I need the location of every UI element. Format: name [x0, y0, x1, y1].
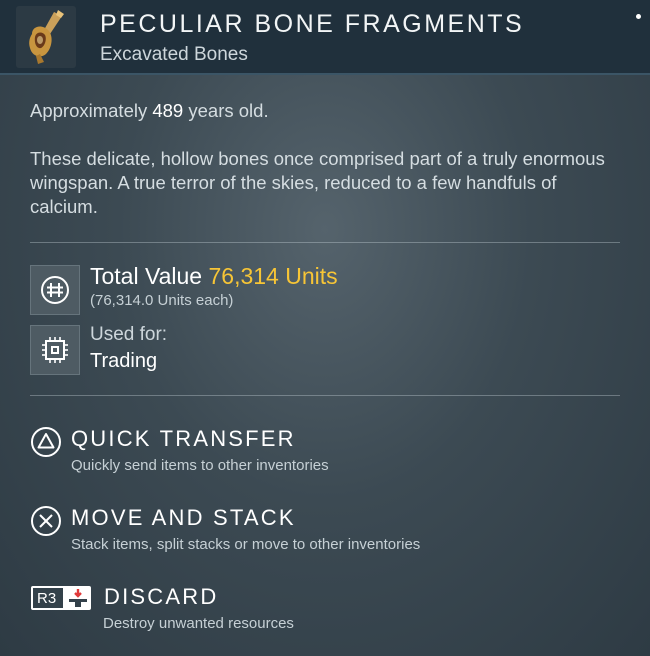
move-and-stack-label: MOVE AND STACK: [71, 505, 296, 530]
move-and-stack-description: Stack items, split stacks or move to oth…: [71, 536, 421, 553]
bone-fragment-icon: [14, 4, 78, 70]
item-category: Excavated Bones: [100, 44, 248, 65]
currency-icon: [30, 265, 80, 315]
total-value-label: Total Value: [90, 263, 209, 289]
item-description: These delicate, hollow bones once compri…: [30, 148, 605, 217]
unit-price-text: (76,314.0 Units each): [90, 292, 234, 309]
divider: [30, 395, 620, 396]
discard-action[interactable]: R3 DISCARD Destroy unwanted resources: [30, 584, 620, 644]
trading-chip-icon: [30, 325, 80, 375]
move-and-stack-action[interactable]: MOVE AND STACK Stack items, split stacks…: [30, 505, 620, 565]
item-header: PECULIAR BONE FRAGMENTS Excavated Bones: [0, 0, 650, 75]
indicator-dot: [636, 14, 641, 19]
age-prefix: Approximately: [30, 100, 153, 121]
total-value-text: Total Value 76,314 Units: [90, 263, 338, 290]
discard-description: Destroy unwanted resources: [103, 615, 294, 632]
used-for-value: Trading: [90, 350, 158, 372]
triangle-button-icon: [31, 427, 61, 457]
used-for-label: Used for:: [90, 324, 168, 345]
quick-transfer-action[interactable]: QUICK TRANSFER Quickly send items to oth…: [30, 426, 620, 486]
r3-button-icon: R3: [31, 586, 91, 610]
r3-button-label: R3: [37, 590, 56, 607]
quick-transfer-description: Quickly send items to other inventories: [71, 457, 329, 474]
quick-transfer-label: QUICK TRANSFER: [71, 426, 296, 451]
age-value: 489: [152, 100, 184, 121]
total-value-amount: 76,314 Units: [208, 263, 338, 289]
age-text: Approximately 489 years old.: [30, 99, 269, 123]
discard-label: DISCARD: [104, 584, 219, 609]
divider: [30, 242, 620, 243]
age-suffix: years old.: [183, 100, 269, 121]
cross-button-icon: [31, 506, 61, 536]
item-title: PECULIAR BONE FRAGMENTS: [100, 10, 525, 38]
